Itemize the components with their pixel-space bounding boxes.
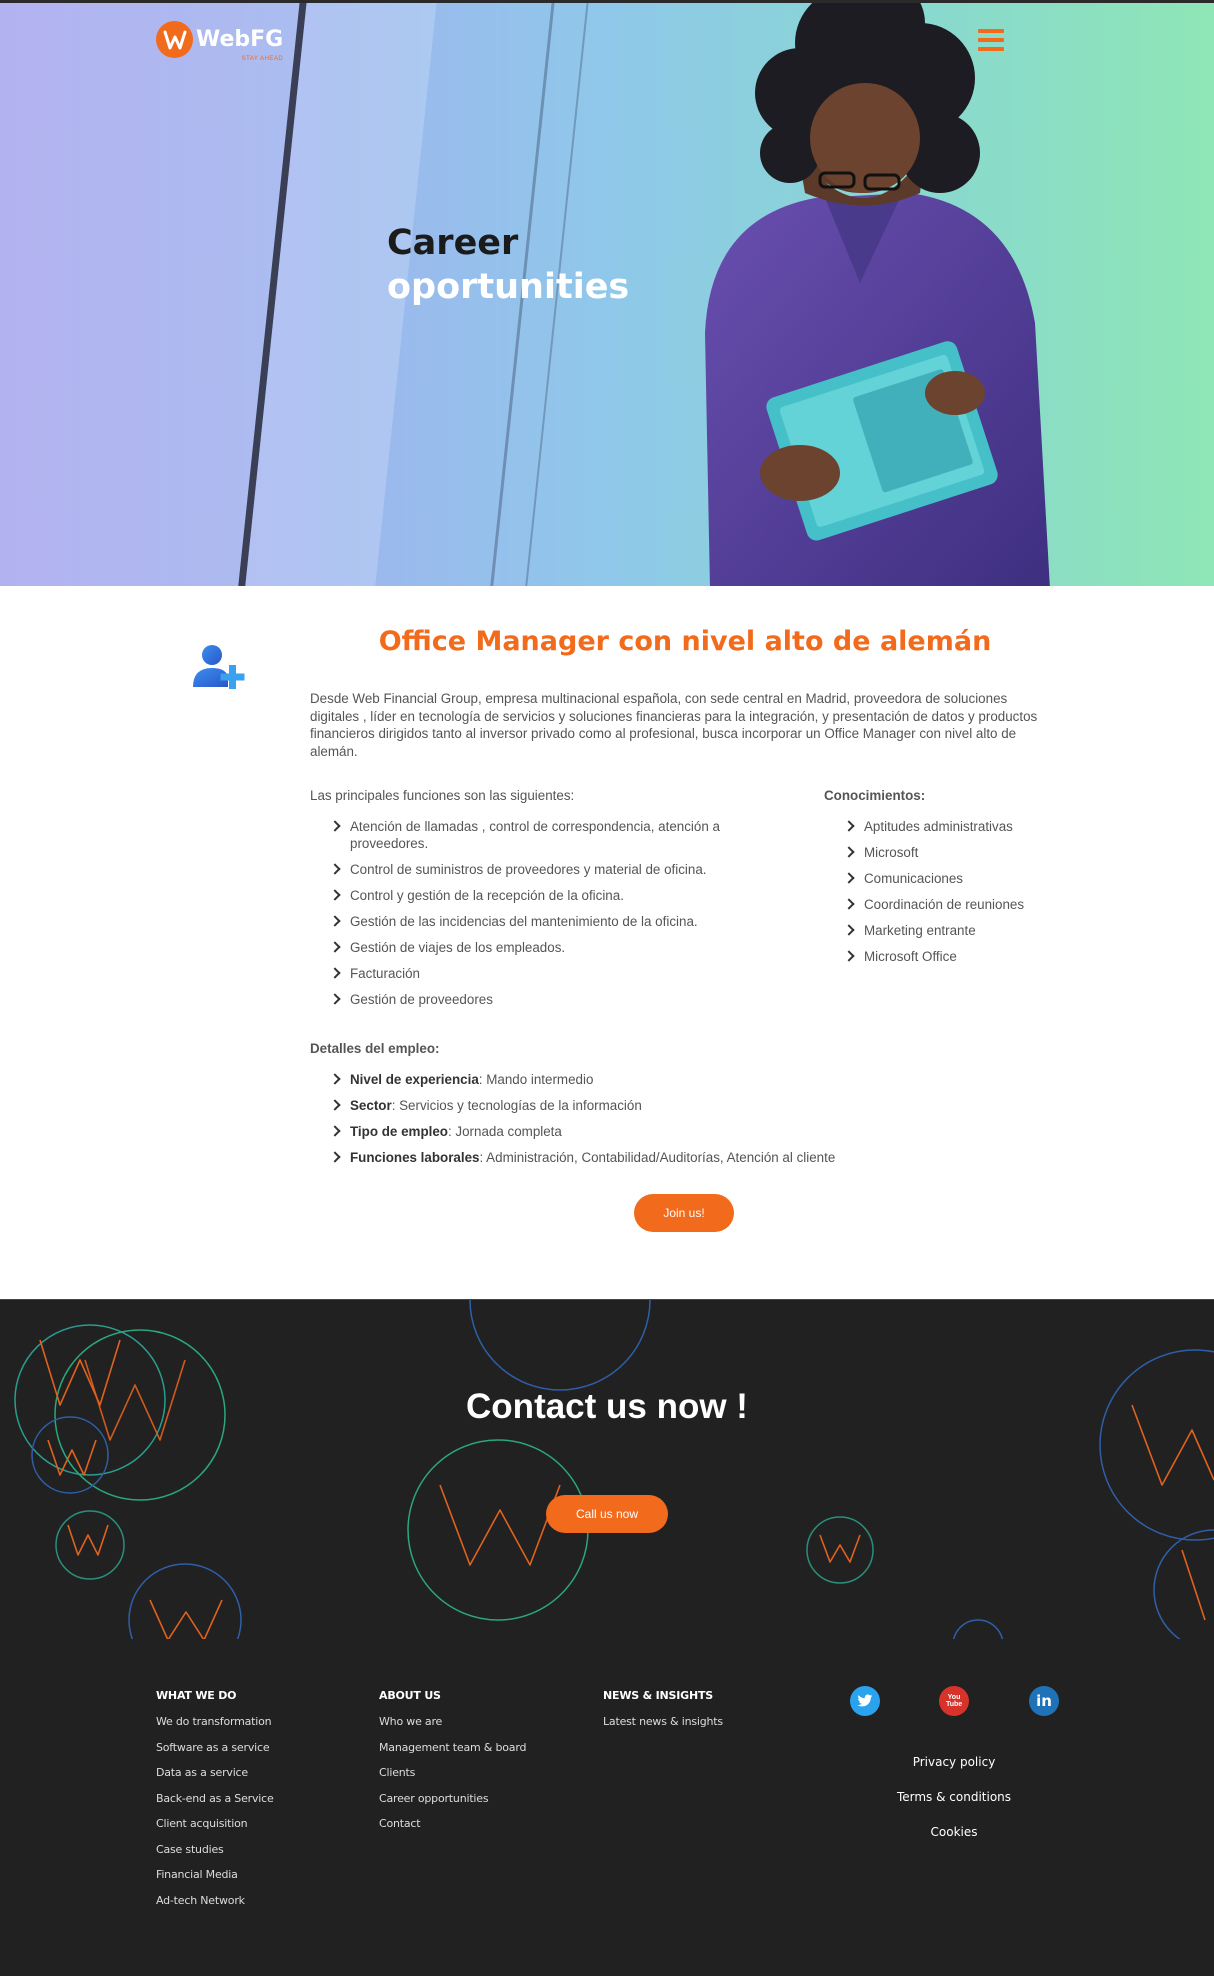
youtube-label: You Tube: [946, 1694, 963, 1708]
list-item: Gestión de las incidencias del mantenimi…: [330, 913, 760, 930]
footer-link[interactable]: Who we are: [379, 1715, 526, 1728]
logo-name: WebFG: [196, 26, 284, 52]
terms-conditions-link[interactable]: Terms & conditions: [880, 1790, 1028, 1804]
join-us-button[interactable]: Join us!: [634, 1194, 734, 1232]
list-item: Gestión de viajes de los empleados.: [330, 939, 760, 956]
list-item: Facturación: [330, 965, 760, 982]
hero-banner: Career oportunities WebFG STAY AHEAD: [0, 0, 1214, 586]
job-title: Office Manager con nivel alto de alemán: [378, 626, 992, 657]
hamburger-icon[interactable]: [978, 29, 1004, 51]
footer-link[interactable]: We do transformation: [156, 1715, 274, 1728]
cookies-link[interactable]: Cookies: [880, 1825, 1028, 1839]
footer-col-about-us: ABOUT US Who we are Management team & bo…: [379, 1689, 526, 1843]
footer-link[interactable]: Ad-tech Network: [156, 1894, 274, 1907]
list-item: Aptitudes administrativas: [844, 818, 1104, 835]
detail-item: Funciones laborales: Administración, Con…: [330, 1149, 1030, 1166]
linkedin-label: in: [1036, 1692, 1052, 1710]
detail-item: Sector: Servicios y tecnologías de la in…: [330, 1097, 1030, 1114]
detail-item: Tipo de empleo: Jornada completa: [330, 1123, 1030, 1140]
functions-list: Atención de llamadas , control de corres…: [330, 818, 760, 1017]
add-user-icon: [192, 644, 250, 695]
footer-link[interactable]: Financial Media: [156, 1868, 274, 1881]
footer: WHAT WE DO We do transformation Software…: [0, 1639, 1214, 1976]
footer-link[interactable]: Management team & board: [379, 1741, 526, 1754]
privacy-policy-link[interactable]: Privacy policy: [880, 1755, 1028, 1769]
job-intro: Desde Web Financial Group, empresa multi…: [310, 691, 1038, 759]
logo-w-icon: [156, 21, 193, 58]
detail-label: Sector: [350, 1098, 392, 1113]
list-item: Comunicaciones: [844, 870, 1104, 887]
knowledge-list: Aptitudes administrativas Microsoft Comu…: [844, 818, 1104, 974]
detail-value: : Administración, Contabilidad/Auditoría…: [479, 1150, 836, 1165]
footer-link[interactable]: Clients: [379, 1766, 526, 1779]
details-list: Nivel de experiencia: Mando intermedio S…: [330, 1071, 1030, 1175]
details-heading: Detalles del empleo:: [310, 1041, 440, 1056]
hero-title-line2: oportunities: [387, 267, 630, 307]
list-item: Atención de llamadas , control de corres…: [330, 818, 760, 852]
footer-link[interactable]: Career opportunities: [379, 1792, 526, 1805]
call-us-button[interactable]: Call us now: [546, 1495, 668, 1533]
footer-link[interactable]: Latest news & insights: [603, 1715, 723, 1728]
footer-heading: WHAT WE DO: [156, 1689, 237, 1702]
detail-label: Funciones laborales: [350, 1150, 480, 1165]
footer-link[interactable]: Client acquisition: [156, 1817, 274, 1830]
functions-heading: Las principales funciones son las siguie…: [310, 788, 575, 803]
footer-link[interactable]: Case studies: [156, 1843, 274, 1856]
linkedin-icon[interactable]: in: [1029, 1686, 1059, 1716]
list-item: Microsoft: [844, 844, 1104, 861]
footer-heading: ABOUT US: [379, 1689, 441, 1702]
list-item: Gestión de proveedores: [330, 991, 760, 1008]
footer-col-news: NEWS & INSIGHTS Latest news & insights: [603, 1689, 723, 1741]
contact-section: Contact us now ! Call us now: [0, 1299, 1214, 1639]
detail-label: Tipo de empleo: [350, 1124, 448, 1139]
footer-link[interactable]: Software as a service: [156, 1741, 274, 1754]
list-item: Marketing entrante: [844, 922, 1104, 939]
detail-value: : Jornada completa: [447, 1124, 562, 1139]
detail-label: Nivel de experiencia: [350, 1072, 479, 1087]
footer-link[interactable]: Data as a service: [156, 1766, 274, 1779]
footer-link[interactable]: Back-end as a Service: [156, 1792, 274, 1805]
contact-title: Contact us now !: [466, 1387, 748, 1426]
detail-value: : Servicios y tecnologías de la informac…: [391, 1098, 642, 1113]
list-item: Control y gestión de la recepción de la …: [330, 887, 760, 904]
hero-title-line1: Career: [387, 223, 519, 263]
page: Career oportunities WebFG STAY AHEAD Off…: [0, 0, 1214, 1976]
knowledge-heading: Conocimientos:: [824, 788, 926, 803]
footer-link[interactable]: Contact: [379, 1817, 526, 1830]
footer-heading: NEWS & INSIGHTS: [603, 1689, 714, 1702]
logo[interactable]: WebFG STAY AHEAD: [156, 21, 284, 62]
list-item: Coordinación de reuniones: [844, 896, 1104, 913]
logo-tagline: STAY AHEAD: [241, 55, 284, 62]
footer-col-what-we-do: WHAT WE DO We do transformation Software…: [156, 1689, 274, 1919]
list-item: Control de suministros de proveedores y …: [330, 861, 760, 878]
detail-item: Nivel de experiencia: Mando intermedio: [330, 1071, 1030, 1088]
decorative-circles: [14, 1300, 1214, 1639]
youtube-icon[interactable]: You Tube: [939, 1686, 969, 1716]
detail-value: : Mando intermedio: [478, 1072, 594, 1087]
twitter-icon[interactable]: [850, 1686, 880, 1716]
list-item: Microsoft Office: [844, 948, 1104, 965]
hero-title: Career oportunities: [387, 221, 629, 309]
hero-photo: [705, 3, 1050, 586]
